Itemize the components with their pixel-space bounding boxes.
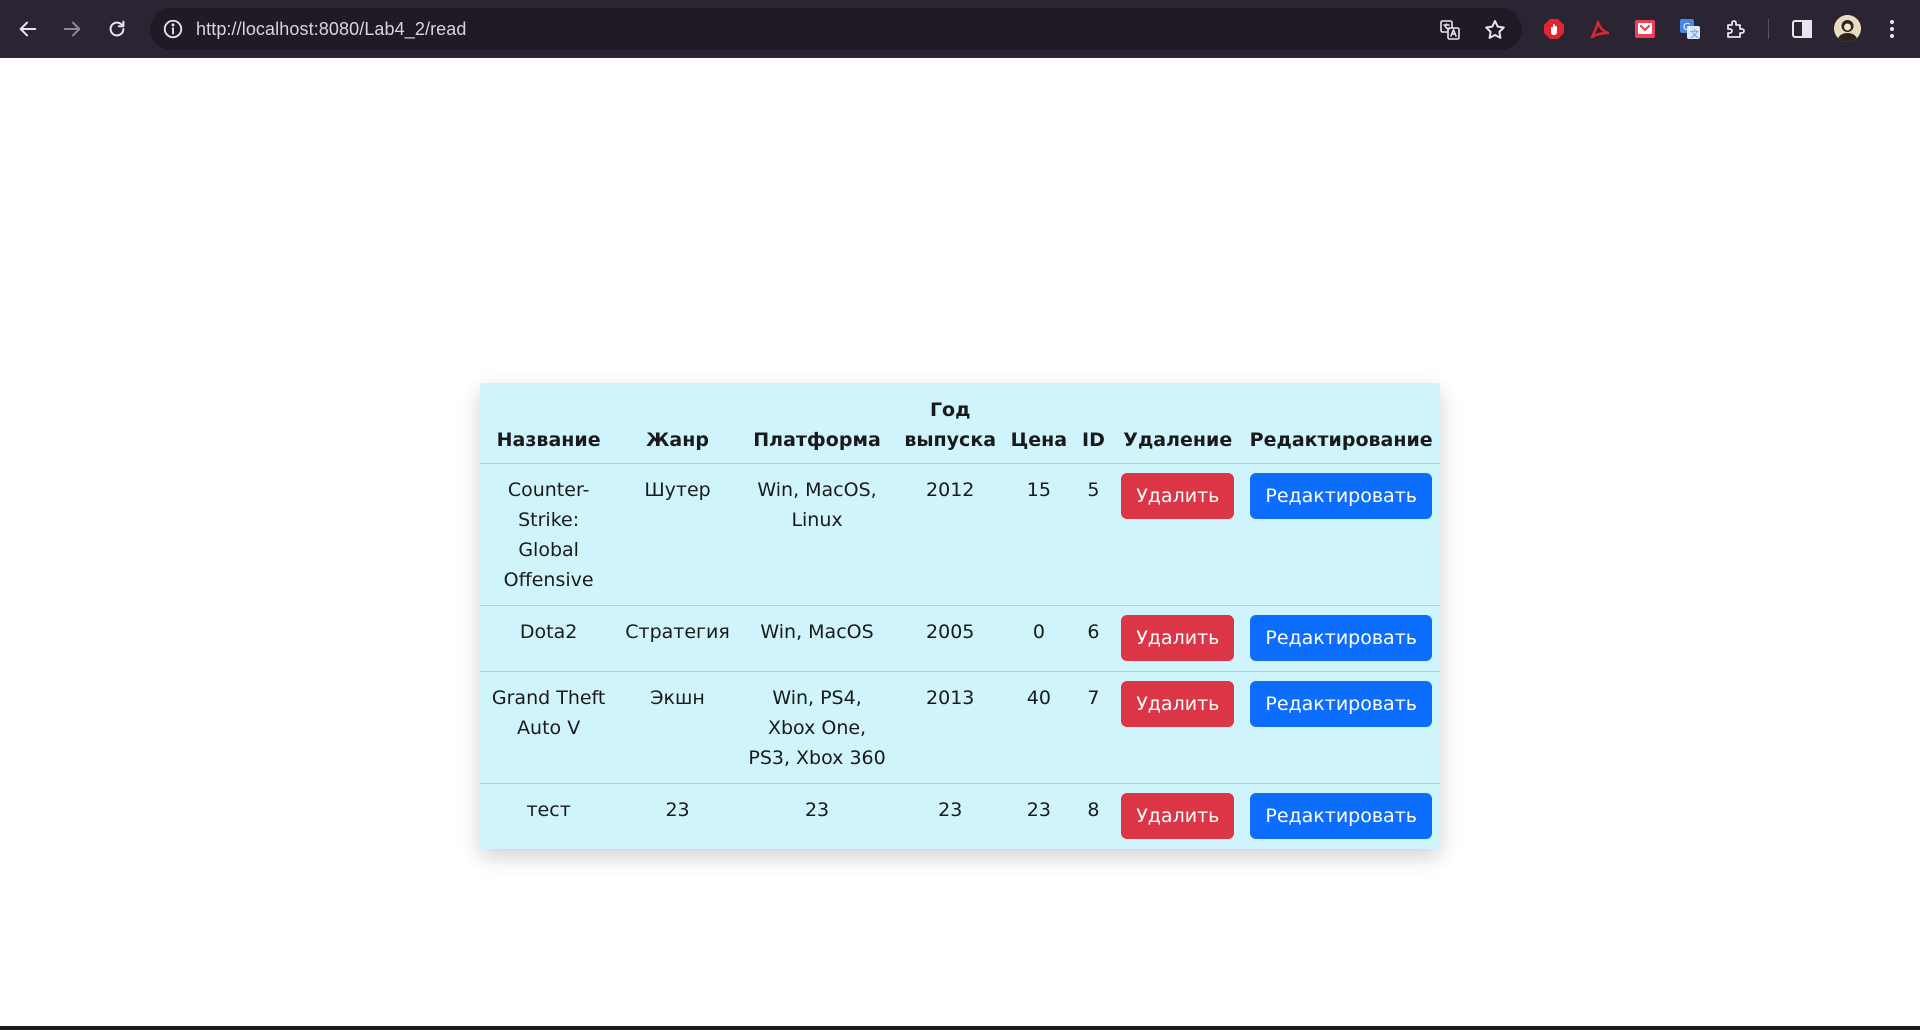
bookmark-star-icon[interactable] [1483,18,1507,42]
cell-year: 23 [938,799,963,821]
header-delete: Удаление [1113,383,1243,464]
cell-name: Dota2 [480,605,618,672]
games-table-card: Название Жанр Платформа Год выпуска Цена… [480,383,1440,849]
cell-id: 7 [1073,671,1114,784]
header-price: Цена [1004,383,1074,464]
cell-edit: Редактировать [1242,784,1440,850]
cell-name: Grand Theft Auto V [480,671,618,784]
cell-platform: Win, MacOS [737,605,897,672]
page-content: Название Жанр Платформа Год выпуска Цена… [0,58,1920,1026]
cell-name: Counter-Strike: Global Offensive [480,463,618,606]
adblock-extension-icon[interactable] [1542,17,1566,41]
toolbar-separator [1768,19,1769,39]
cell-price: 0 [1004,605,1074,672]
cell-delete: Удалить [1113,671,1243,784]
cell-genre: Экшн [617,671,738,784]
cell-edit: Редактировать [1242,463,1440,606]
back-arrow-icon[interactable] [13,14,43,44]
cell-name: тест [526,799,571,821]
cell-edit: Редактировать [1242,671,1440,784]
header-genre: Жанр [617,383,738,464]
window-bottom-border [0,1026,1920,1030]
profile-avatar[interactable] [1834,15,1861,42]
table-row: Grand Theft Auto V Экшн Win, PS4, Xbox O… [480,671,1440,784]
cell-delete: Удалить [1113,463,1243,606]
pocket-extension-icon[interactable] [1633,17,1657,41]
cell-platform: Win, PS4, Xbox One, PS3, Xbox 360 [737,671,897,784]
games-table: Название Жанр Платформа Год выпуска Цена… [480,383,1440,849]
cell-price: 40 [1004,671,1074,784]
table-row: Dota2 Стратегия Win, MacOS 2005 0 6 Удал… [480,605,1440,672]
cell-price: 15 [1004,463,1074,606]
cell-edit: Редактировать [1242,605,1440,672]
delete-button[interactable]: Удалить [1121,473,1235,519]
cell-id: 5 [1073,463,1114,606]
cell-delete: Удалить [1113,605,1243,672]
edit-button[interactable]: Редактировать [1250,473,1432,519]
header-edit: Редактирование [1242,383,1440,464]
header-year: Год выпуска [896,383,1005,464]
delete-button[interactable]: Удалить [1121,793,1235,839]
pdf-extension-icon[interactable] [1588,17,1612,41]
cell-id: 8 [1087,799,1100,821]
browser-menu-icon[interactable] [1880,16,1904,42]
edit-button[interactable]: Редактировать [1250,793,1432,839]
delete-button[interactable]: Удалить [1121,681,1235,727]
side-panel-icon[interactable] [1790,17,1814,41]
table-row: тест 23 23 23 23 8 Удалить Редактировать [480,784,1440,850]
translate-icon[interactable] [1438,18,1462,42]
table-row: Counter-Strike: Global Offensive Шутер W… [480,463,1440,606]
cell-price: 23 [1026,799,1051,821]
cell-platform: Win, MacOS, Linux [737,463,897,606]
table-header-row: Название Жанр Платформа Год выпуска Цена… [480,383,1440,464]
url-text[interactable]: http://localhost:8080/Lab4_2/read [196,19,467,40]
cell-year: 2005 [896,605,1005,672]
header-id: ID [1073,383,1114,464]
reload-icon[interactable] [102,14,132,44]
browser-toolbar: http://localhost:8080/Lab4_2/read G文 [0,0,1920,58]
header-name: Название [480,383,618,464]
cell-platform: 23 [804,799,830,821]
extensions-puzzle-icon[interactable] [1723,17,1747,41]
cell-genre: Шутер [617,463,738,606]
cell-year: 2012 [896,463,1005,606]
delete-button[interactable]: Удалить [1121,615,1235,661]
edit-button[interactable]: Редактировать [1250,615,1432,661]
svg-text:文: 文 [1690,28,1699,40]
cell-id: 6 [1073,605,1114,672]
cell-genre: 23 [665,799,690,821]
edit-button[interactable]: Редактировать [1250,681,1432,727]
cell-delete: Удалить [1113,784,1242,850]
forward-arrow-icon[interactable] [57,14,87,44]
cell-year: 2013 [896,671,1005,784]
header-platform: Платформа [737,383,897,464]
google-translate-icon[interactable]: G文 [1678,17,1702,41]
address-bar[interactable]: http://localhost:8080/Lab4_2/read [150,8,1522,50]
site-info-icon[interactable] [162,18,184,40]
cell-genre: Стратегия [617,605,738,672]
